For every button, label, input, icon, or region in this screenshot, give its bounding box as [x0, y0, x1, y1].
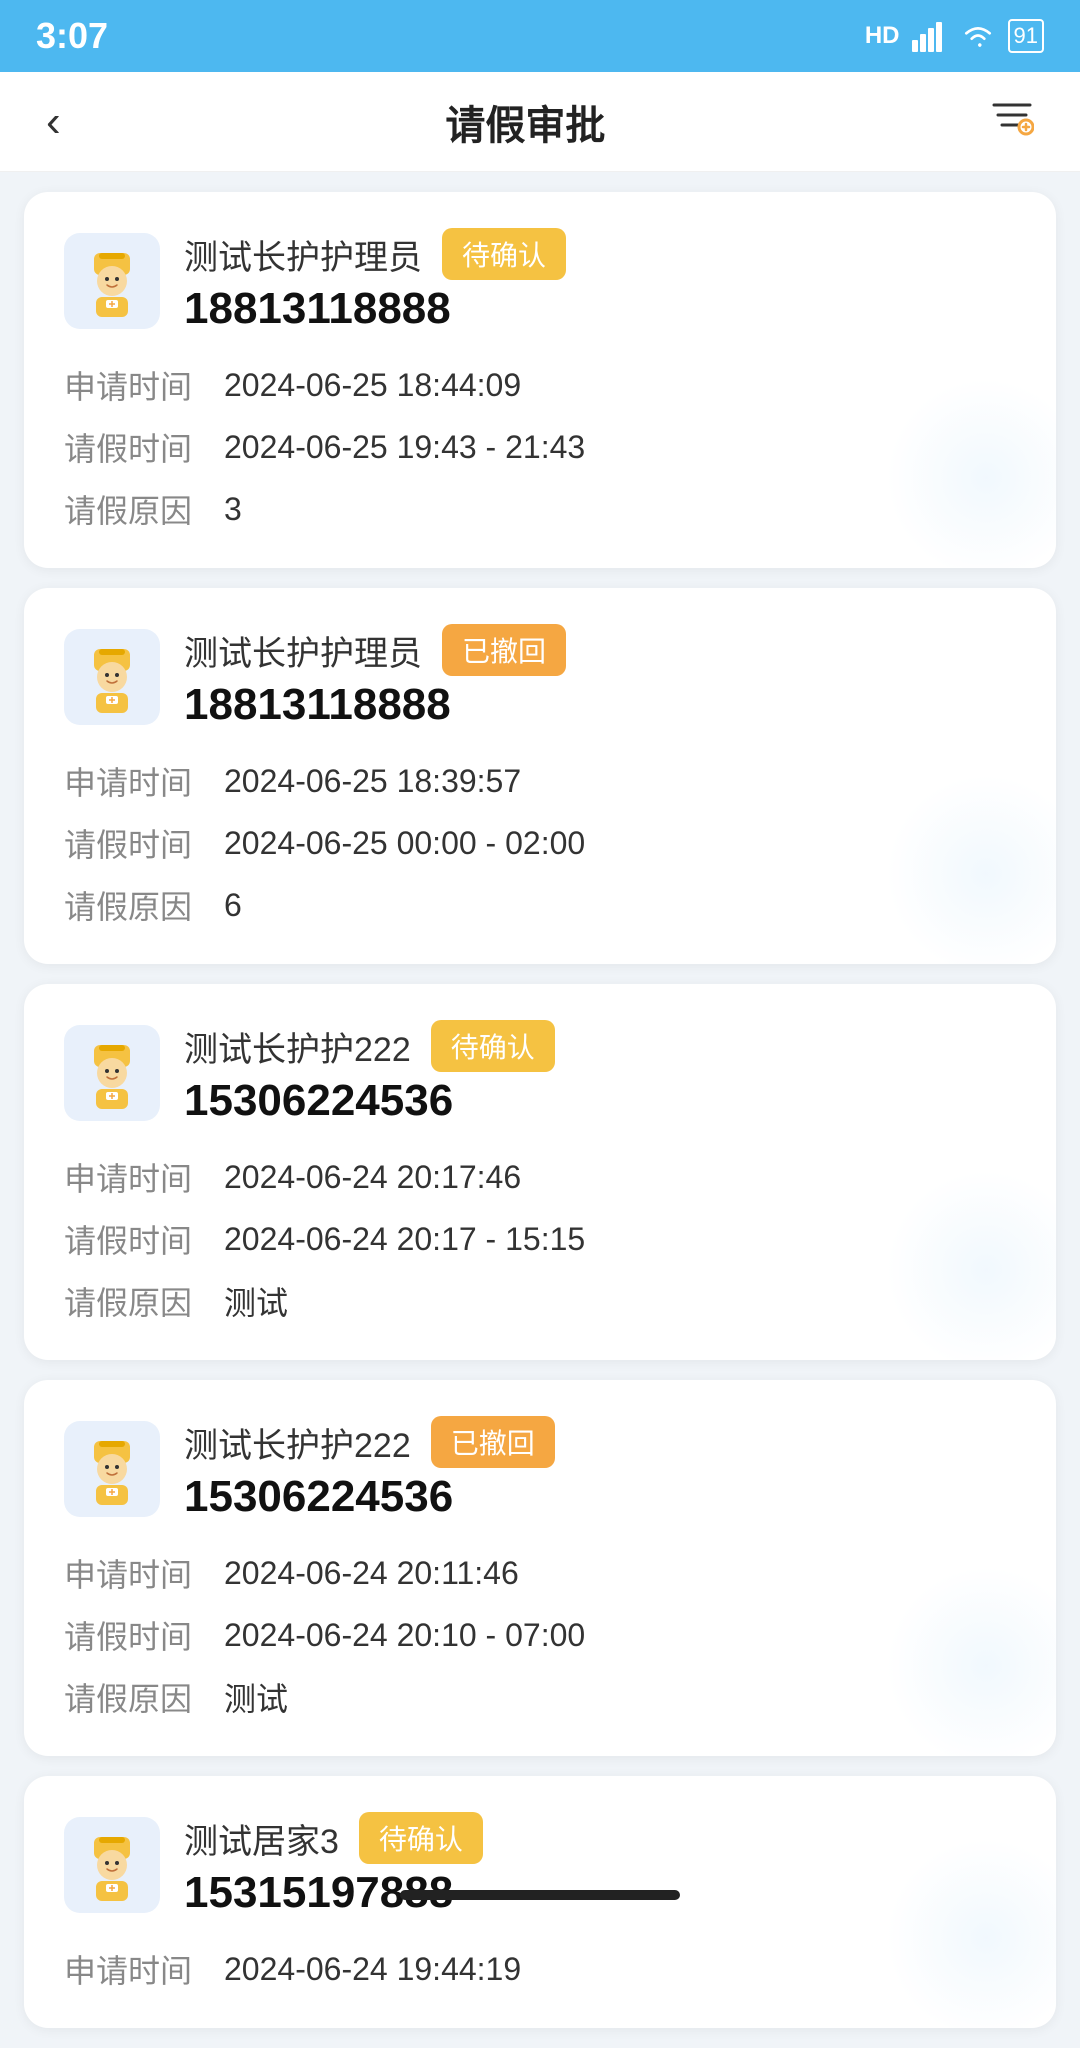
leave-reason-value: 测试: [224, 1674, 288, 1720]
card-info: 申请时间 2024-06-24 20:17:46 请假时间 2024-06-24…: [64, 1154, 1016, 1324]
card-name-row: 测试长护护222 已撤回: [184, 1416, 555, 1468]
status-badge: 待确认: [431, 1020, 555, 1072]
card-name-row: 测试长护护理员 已撤回: [184, 624, 566, 676]
status-badge: 待确认: [442, 228, 566, 280]
apply-time-label: 申请时间: [64, 1946, 224, 1992]
card-name-row: 测试长护护理员 待确认: [184, 228, 566, 280]
card-name-section: 测试长护护222 已撤回 15306224536: [184, 1416, 555, 1522]
leave-reason-value: 测试: [224, 1278, 288, 1324]
leave-reason-label: 请假原因: [64, 1674, 224, 1720]
filter-icon: [990, 95, 1034, 139]
wifi-icon: [960, 20, 996, 52]
apply-time-label: 申请时间: [64, 1550, 224, 1596]
leave-time-label: 请假时间: [64, 1612, 224, 1658]
card-header: 测试长护护222 已撤回 15306224536: [64, 1416, 1016, 1522]
leave-card[interactable]: 测试居家3 待确认 15315197888 申请时间 2024-06-24 19…: [24, 1776, 1056, 2028]
leave-time-label: 请假时间: [64, 820, 224, 866]
content-area: 测试长护护理员 待确认 18813118888 申请时间 2024-06-25 …: [0, 172, 1080, 2048]
apply-time-value: 2024-06-24 20:11:46: [224, 1555, 519, 1592]
leave-time-label: 请假时间: [64, 424, 224, 470]
leave-time-value: 2024-06-25 00:00 - 02:00: [224, 825, 585, 862]
leave-reason-value: 6: [224, 887, 242, 924]
apply-time-row: 申请时间 2024-06-25 18:44:09: [64, 362, 1016, 408]
hd-icon: HD: [865, 22, 900, 50]
card-name: 测试长护护理员: [184, 626, 422, 675]
leave-card[interactable]: 测试长护护222 待确认 15306224536 申请时间 2024-06-24…: [24, 984, 1056, 1360]
avatar: [64, 1817, 160, 1913]
status-time: 3:07: [36, 15, 108, 57]
apply-time-value: 2024-06-25 18:44:09: [224, 367, 521, 404]
battery-level: 91: [1014, 23, 1038, 48]
signal-icon: [912, 20, 948, 52]
leave-reason-label: 请假原因: [64, 882, 224, 928]
card-header: 测试长护护理员 待确认 18813118888: [64, 228, 1016, 334]
avatar: [64, 1421, 160, 1517]
apply-time-label: 申请时间: [64, 362, 224, 408]
card-phone: 15306224536: [184, 1472, 555, 1522]
apply-time-row: 申请时间 2024-06-24 19:44:19: [64, 1946, 1016, 1992]
back-button[interactable]: ‹: [36, 87, 71, 157]
leave-reason-label: 请假原因: [64, 1278, 224, 1324]
avatar: [64, 233, 160, 329]
status-badge: 已撤回: [431, 1416, 555, 1468]
card-header: 测试居家3 待确认 15315197888: [64, 1812, 1016, 1918]
card-name: 测试长护护222: [184, 1022, 411, 1071]
home-indicator: [400, 1890, 680, 1900]
leave-reason-row: 请假原因 6: [64, 882, 1016, 928]
leave-time-value: 2024-06-25 19:43 - 21:43: [224, 429, 585, 466]
card-phone: 18813118888: [184, 680, 566, 730]
status-badge: 已撤回: [442, 624, 566, 676]
leave-time-row: 请假时间 2024-06-25 19:43 - 21:43: [64, 424, 1016, 470]
filter-button[interactable]: [980, 85, 1044, 159]
status-icons: HD 91: [865, 19, 1044, 53]
leave-time-value: 2024-06-24 20:10 - 07:00: [224, 1617, 585, 1654]
card-header: 测试长护护理员 已撤回 18813118888: [64, 624, 1016, 730]
avatar: [64, 629, 160, 725]
card-name-section: 测试长护护理员 已撤回 18813118888: [184, 624, 566, 730]
leave-time-label: 请假时间: [64, 1216, 224, 1262]
card-name-row: 测试长护护222 待确认: [184, 1020, 555, 1072]
card-name-section: 测试长护护222 待确认 15306224536: [184, 1020, 555, 1126]
leave-time-row: 请假时间 2024-06-24 20:10 - 07:00: [64, 1612, 1016, 1658]
card-info: 申请时间 2024-06-25 18:39:57 请假时间 2024-06-25…: [64, 758, 1016, 928]
leave-time-row: 请假时间 2024-06-25 00:00 - 02:00: [64, 820, 1016, 866]
status-bar: 3:07 HD 91: [0, 0, 1080, 72]
leave-card[interactable]: 测试长护护理员 待确认 18813118888 申请时间 2024-06-25 …: [24, 192, 1056, 568]
apply-time-value: 2024-06-24 20:17:46: [224, 1159, 521, 1196]
leave-reason-value: 3: [224, 491, 242, 528]
card-info: 申请时间 2024-06-25 18:44:09 请假时间 2024-06-25…: [64, 362, 1016, 532]
page-title: 请假审批: [445, 93, 605, 151]
card-name-section: 测试居家3 待确认 15315197888: [184, 1812, 483, 1918]
apply-time-row: 申请时间 2024-06-25 18:39:57: [64, 758, 1016, 804]
leave-card[interactable]: 测试长护护理员 已撤回 18813118888 申请时间 2024-06-25 …: [24, 588, 1056, 964]
battery-indicator: 91: [1008, 19, 1044, 53]
leave-time-value: 2024-06-24 20:17 - 15:15: [224, 1221, 585, 1258]
apply-time-row: 申请时间 2024-06-24 20:17:46: [64, 1154, 1016, 1200]
card-info: 申请时间 2024-06-24 19:44:19: [64, 1946, 1016, 1992]
card-name-section: 测试长护护理员 待确认 18813118888: [184, 228, 566, 334]
leave-reason-row: 请假原因 测试: [64, 1674, 1016, 1720]
card-name-row: 测试居家3 待确认: [184, 1812, 483, 1864]
card-phone: 15306224536: [184, 1076, 555, 1126]
leave-card[interactable]: 测试长护护222 已撤回 15306224536 申请时间 2024-06-24…: [24, 1380, 1056, 1756]
header: ‹ 请假审批: [0, 72, 1080, 172]
card-phone: 18813118888: [184, 284, 566, 334]
card-name: 测试长护护222: [184, 1418, 411, 1467]
apply-time-label: 申请时间: [64, 758, 224, 804]
status-badge: 待确认: [359, 1812, 483, 1864]
card-header: 测试长护护222 待确认 15306224536: [64, 1020, 1016, 1126]
apply-time-label: 申请时间: [64, 1154, 224, 1200]
card-info: 申请时间 2024-06-24 20:11:46 请假时间 2024-06-24…: [64, 1550, 1016, 1720]
apply-time-value: 2024-06-25 18:39:57: [224, 763, 521, 800]
apply-time-row: 申请时间 2024-06-24 20:11:46: [64, 1550, 1016, 1596]
leave-reason-row: 请假原因 3: [64, 486, 1016, 532]
avatar: [64, 1025, 160, 1121]
card-name: 测试长护护理员: [184, 230, 422, 279]
leave-reason-row: 请假原因 测试: [64, 1278, 1016, 1324]
apply-time-value: 2024-06-24 19:44:19: [224, 1951, 521, 1988]
leave-time-row: 请假时间 2024-06-24 20:17 - 15:15: [64, 1216, 1016, 1262]
card-name: 测试居家3: [184, 1814, 339, 1863]
leave-reason-label: 请假原因: [64, 486, 224, 532]
